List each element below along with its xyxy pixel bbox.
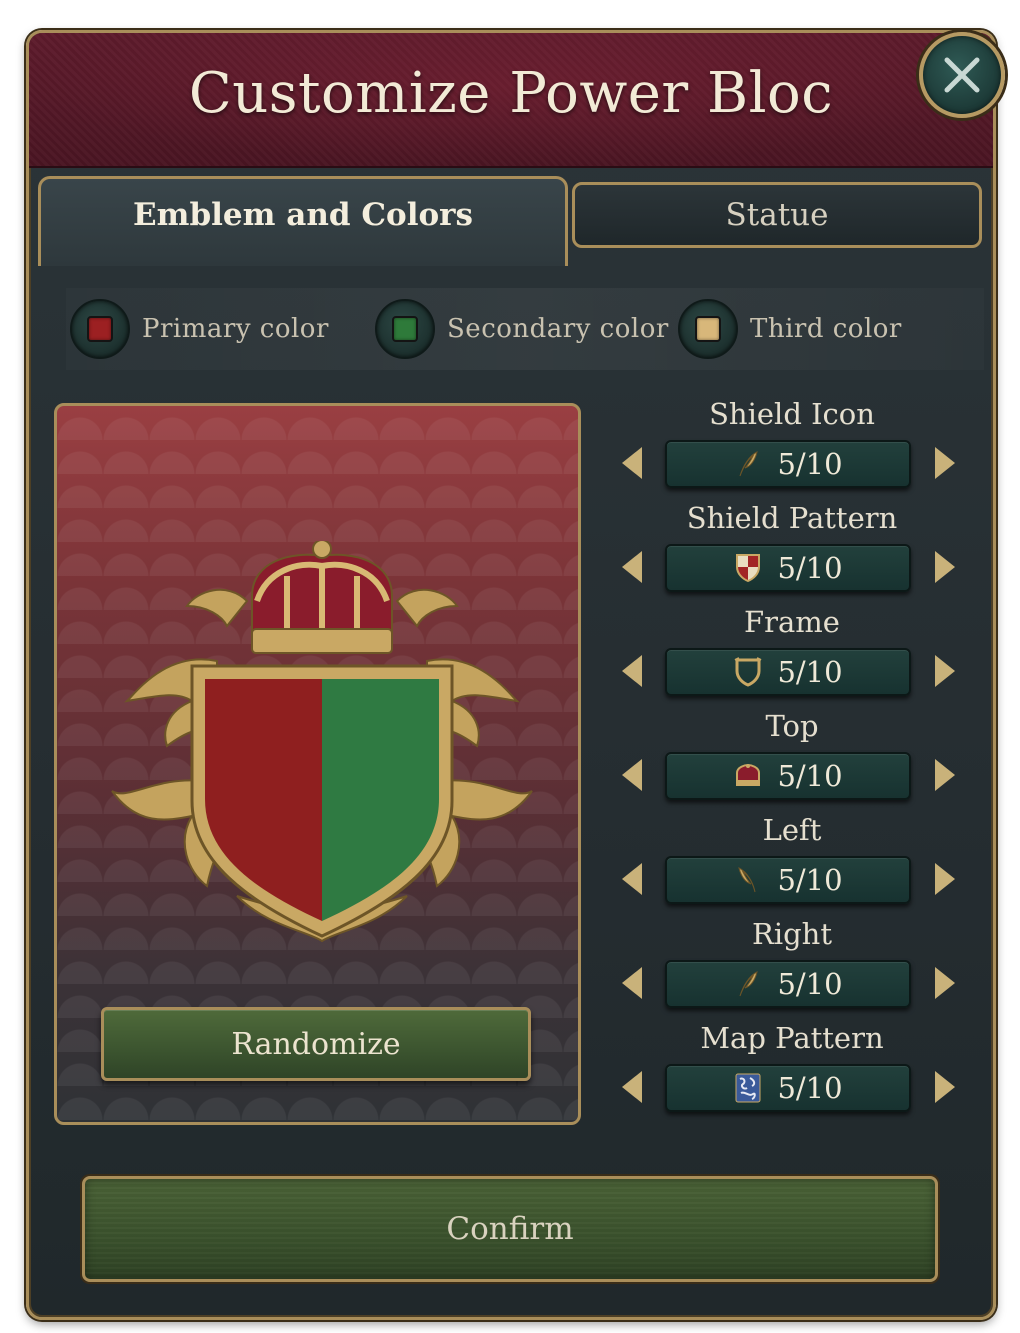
option-title-right: Right [751, 917, 832, 951]
feather-icon [733, 449, 763, 479]
shield-icon-prev-arrow[interactable] [622, 447, 642, 479]
tab-statue-label: Statue [725, 197, 829, 233]
top-value: 5/10 [777, 759, 843, 793]
map-pattern-next-arrow[interactable] [935, 1071, 955, 1103]
right-wing-icon [733, 969, 763, 999]
top-selector[interactable]: 5/10 [665, 752, 911, 800]
dialog-title: Customize Power Bloc [188, 61, 834, 126]
primary-color-button[interactable]: Primary color [70, 294, 329, 364]
top-prev-arrow[interactable] [622, 759, 642, 791]
shield-icon-value: 5/10 [777, 447, 843, 481]
option-title-frame: Frame [744, 605, 840, 639]
emblem-coat-of-arms [111, 541, 533, 943]
randomize-label: Randomize [231, 1026, 401, 1062]
left-next-arrow[interactable] [935, 863, 955, 895]
map-pattern-prev-arrow[interactable] [622, 1071, 642, 1103]
map-pattern-selector[interactable]: 5/10 [665, 1064, 911, 1112]
tab-emblem-label: Emblem and Colors [133, 197, 473, 233]
frame-selector[interactable]: 5/10 [665, 648, 911, 696]
frame-prev-arrow[interactable] [622, 655, 642, 687]
map-pattern-icon [733, 1073, 763, 1103]
frame-shield-icon [733, 657, 763, 687]
shield-pattern-value: 5/10 [777, 551, 843, 585]
shield-right-half [322, 679, 439, 921]
shield-left-half [205, 679, 322, 921]
shield-pattern-selector[interactable]: 5/10 [665, 544, 911, 592]
right-value: 5/10 [777, 967, 843, 1001]
left-prev-arrow[interactable] [622, 863, 642, 895]
third-color-button[interactable]: Third color [678, 294, 902, 364]
color-swatch-ring [70, 299, 130, 359]
confirm-button[interactable]: Confirm [82, 1176, 938, 1282]
third-color-swatch [695, 316, 721, 342]
tab-emblem-and-colors[interactable]: Emblem and Colors [38, 176, 568, 266]
confirm-label: Confirm [446, 1211, 574, 1247]
option-title-top: Top [765, 709, 819, 743]
crown [251, 541, 393, 654]
color-swatch-ring [375, 299, 435, 359]
top-next-arrow[interactable] [935, 759, 955, 791]
color-swatch-ring [678, 299, 738, 359]
shield-icon-selector[interactable]: 5/10 [665, 440, 911, 488]
primary-color-swatch [87, 316, 113, 342]
shield-pattern-prev-arrow[interactable] [622, 551, 642, 583]
left-wing-icon [733, 865, 763, 895]
randomize-button[interactable]: Randomize [101, 1007, 531, 1081]
option-title-left: Left [762, 813, 822, 847]
option-title-shield-pattern: Shield Pattern [686, 501, 898, 535]
crown-icon [733, 761, 763, 791]
left-selector[interactable]: 5/10 [665, 856, 911, 904]
primary-color-label: Primary color [142, 314, 329, 344]
tab-statue[interactable]: Statue [572, 182, 982, 248]
option-title-shield-icon: Shield Icon [709, 397, 875, 431]
right-prev-arrow[interactable] [622, 967, 642, 999]
frame-value: 5/10 [777, 655, 843, 689]
option-title-map-pattern: Map Pattern [700, 1021, 884, 1055]
shield-icon-next-arrow[interactable] [935, 447, 955, 479]
secondary-color-button[interactable]: Secondary color [375, 294, 669, 364]
secondary-color-swatch [392, 316, 418, 342]
third-color-label: Third color [750, 314, 902, 344]
right-next-arrow[interactable] [935, 967, 955, 999]
dialog-header: Customize Power Bloc [29, 33, 993, 168]
shield-pattern-next-arrow[interactable] [935, 551, 955, 583]
quartered-shield-icon [733, 553, 763, 583]
map-pattern-value: 5/10 [777, 1071, 843, 1105]
left-value: 5/10 [777, 863, 843, 897]
close-x-icon [944, 57, 980, 93]
secondary-color-label: Secondary color [447, 314, 669, 344]
close-button[interactable] [919, 32, 1005, 118]
frame-next-arrow[interactable] [935, 655, 955, 687]
right-selector[interactable]: 5/10 [665, 960, 911, 1008]
